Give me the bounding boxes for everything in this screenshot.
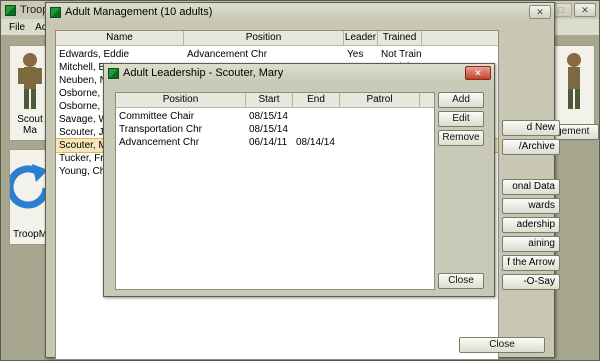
cell-position: Transportation Chr bbox=[119, 124, 202, 135]
adult-leadership-title: Adult Leadership - Scouter, Mary bbox=[123, 67, 284, 79]
add-button[interactable]: Add bbox=[438, 92, 484, 108]
table-row[interactable]: Transportation Chr 08/15/14 bbox=[116, 123, 434, 136]
close-icon[interactable]: ✕ bbox=[465, 66, 491, 80]
col-leader[interactable]: Leader bbox=[344, 31, 378, 45]
col-trained[interactable]: Trained bbox=[378, 31, 422, 45]
remove-button[interactable]: Remove bbox=[438, 130, 484, 146]
order-of-the-arrow-button[interactable]: f the Arrow bbox=[502, 255, 560, 271]
adults-list-header: Name Position Leader Trained bbox=[56, 31, 498, 46]
adult-leadership-controls: ✕ bbox=[465, 66, 491, 80]
col-position[interactable]: Position bbox=[116, 93, 246, 107]
menu-file[interactable]: File bbox=[9, 22, 25, 33]
cell-end: 08/14/14 bbox=[296, 137, 335, 148]
personal-data-button[interactable]: onal Data bbox=[502, 179, 560, 195]
cell-patrol bbox=[340, 123, 420, 136]
cell-patrol bbox=[340, 136, 420, 149]
adult-management-titlebar: Adult Management (10 adults) bbox=[46, 3, 554, 21]
awards-button[interactable]: wards bbox=[502, 198, 560, 214]
col-start[interactable]: Start bbox=[246, 93, 293, 107]
cell-position: Committee Chair bbox=[119, 111, 195, 122]
adult-management-title: Adult Management (10 adults) bbox=[65, 6, 213, 18]
adult-management-controls: ✕ bbox=[529, 5, 551, 19]
leadership-button[interactable]: adership bbox=[502, 217, 560, 233]
scout-figure-icon-right bbox=[567, 53, 581, 109]
cell-end bbox=[293, 110, 340, 123]
dialog-close-button[interactable]: Close bbox=[438, 273, 484, 289]
close-icon[interactable]: ✕ bbox=[529, 5, 551, 19]
philmont-button[interactable]: -O-Say bbox=[502, 274, 560, 290]
close-button[interactable]: Close bbox=[459, 337, 545, 353]
cell-leader: Yes bbox=[347, 49, 364, 60]
close-icon[interactable]: ✕ bbox=[574, 3, 596, 17]
refresh-arrow-icon bbox=[6, 164, 50, 209]
cell-name: Edwards, Eddie bbox=[59, 49, 130, 60]
adult-leadership-icon bbox=[108, 67, 119, 79]
cell-trained: Not Trained bbox=[381, 49, 422, 60]
archive-button[interactable]: /Archive bbox=[502, 139, 560, 155]
adult-management-icon bbox=[50, 6, 61, 18]
col-patrol[interactable]: Patrol bbox=[340, 93, 420, 107]
cell-start: 06/14/11 bbox=[249, 137, 288, 148]
scout-figure-icon bbox=[18, 53, 42, 109]
col-end[interactable]: End bbox=[293, 93, 340, 107]
leadership-grid-header: Position Start End Patrol bbox=[116, 93, 434, 108]
table-row[interactable]: Committee Chair 08/15/14 bbox=[116, 110, 434, 123]
cell-position: Advancement Chr bbox=[187, 49, 268, 60]
leadership-grid[interactable]: Position Start End Patrol Committee Chai… bbox=[115, 92, 435, 290]
cell-start: 08/15/14 bbox=[249, 111, 288, 122]
troopmaster-app-icon bbox=[5, 4, 16, 16]
cell-position: Advancement Chr bbox=[119, 137, 200, 148]
edit-button[interactable]: Edit bbox=[438, 111, 484, 127]
table-row[interactable]: Advancement Chr 06/14/11 08/14/14 bbox=[116, 136, 434, 149]
scout-management-label: Scout Ma bbox=[17, 114, 43, 136]
table-row[interactable]: Edwards, Eddie Advancement Chr Yes Not Trai… bbox=[56, 48, 498, 61]
cell-start: 08/15/14 bbox=[249, 124, 288, 135]
col-position[interactable]: Position bbox=[184, 31, 344, 45]
add-new-button[interactable]: d New bbox=[502, 120, 560, 136]
col-name[interactable]: Name bbox=[56, 31, 184, 45]
adult-leadership-dialog: Adult Leadership - Scouter, Mary ✕ Posit… bbox=[103, 63, 495, 297]
troopmaster-label: TroopM bbox=[12, 229, 48, 240]
training-button[interactable]: aining bbox=[502, 236, 560, 252]
cell-end bbox=[293, 123, 340, 136]
cell-patrol bbox=[340, 110, 420, 123]
adult-leadership-titlebar: Adult Leadership - Scouter, Mary bbox=[104, 64, 494, 82]
